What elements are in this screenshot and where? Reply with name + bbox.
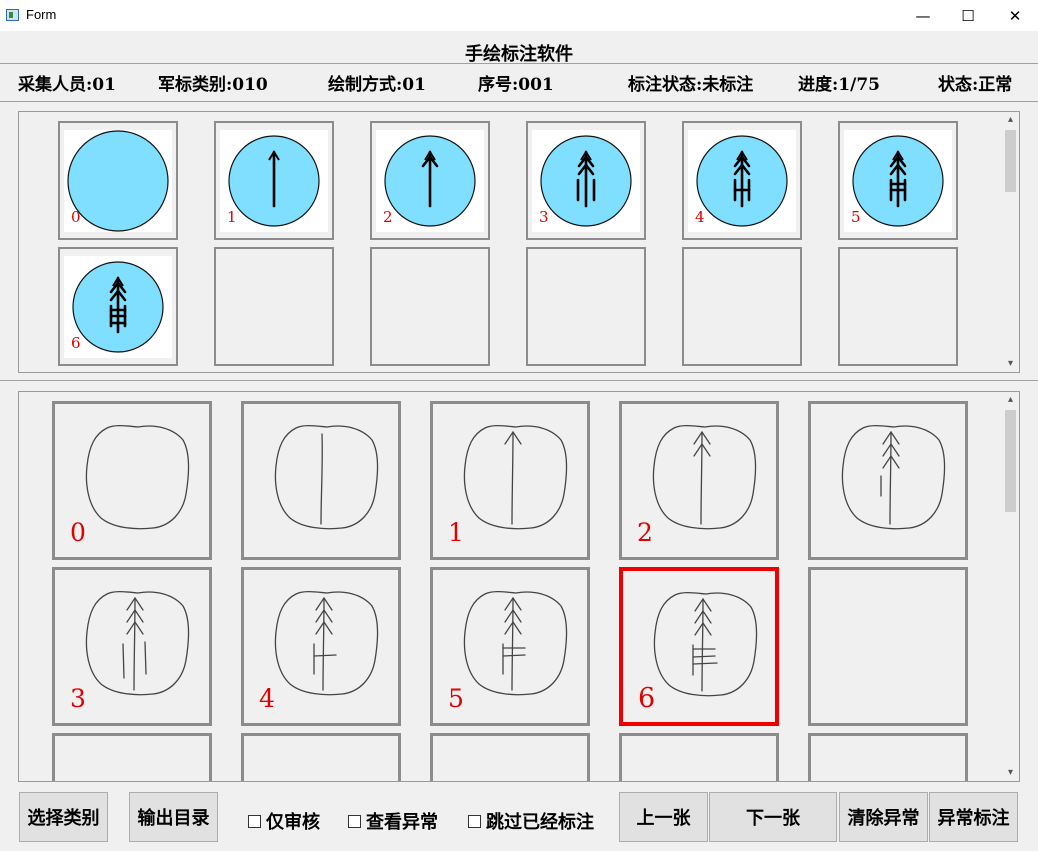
template-number: 1 [227,208,237,226]
select-category-button[interactable]: 选择类别 [19,792,108,842]
serial-label: 序号:001 [478,75,554,95]
empty-drawing-cell[interactable] [52,733,212,781]
hand-drawn-symbol-icon [274,424,379,530]
drawing-number: 3 [70,684,86,713]
checkbox-box[interactable] [348,814,361,828]
skip-labeled-checkbox[interactable]: 跳过已经标注 [468,808,594,834]
template-number: 6 [71,334,81,352]
checkbox-label: 仅审核 [266,812,320,833]
drawing-cell[interactable]: 1 [430,401,590,560]
empty-drawing-cell[interactable] [430,733,590,781]
drawing-cell[interactable] [808,401,968,560]
minimize-button[interactable]: — [900,0,946,31]
checkbox-label: 查看异常 [366,812,438,833]
template-number: 5 [851,208,861,226]
drawing-cell[interactable]: 3 [52,567,212,726]
drawing-number: 0 [70,518,86,547]
template-cell[interactable]: 0 [58,121,178,240]
app-icon [6,9,19,21]
empty-template-cell[interactable] [838,247,958,366]
window-title-bar: Form — ☐ ✕ [0,0,1038,31]
template-number: 4 [695,208,705,226]
drawing-cell[interactable] [241,401,401,560]
empty-template-cell[interactable] [214,247,334,366]
drawing-number: 5 [448,684,464,713]
divider [0,101,1038,102]
divider [0,63,1038,64]
prev-button[interactable]: 上一张 [619,792,708,842]
drawing-cell[interactable]: 5 [430,567,590,726]
collector-label: 采集人员:01 [18,75,116,95]
drawing-panel: ▴ ▾ 0 1 2 3 4 5 6 [18,391,1020,782]
template-number: 2 [383,208,393,226]
empty-drawing-cell[interactable] [808,567,968,726]
template-scrollbar[interactable]: ▴ ▾ [1002,112,1019,372]
template-cell[interactable]: 2 [370,121,490,240]
category-label: 军标类别:010 [158,75,268,95]
template-cell[interactable]: 5 [838,121,958,240]
template-cell[interactable]: 1 [214,121,334,240]
info-row: 采集人员:01 军标类别:010 绘制方式:01 序号:001 标注状态:未标注… [0,70,1038,95]
template-panel: ▴ ▾ 0 1 2 3 4 5 6 [18,111,1020,373]
progress-label: 进度:1/75 [798,75,880,95]
empty-template-cell[interactable] [526,247,646,366]
drawing-number: 2 [637,518,653,547]
template-cell[interactable]: 6 [58,247,178,366]
draw-mode-label: 绘制方式:01 [328,75,426,95]
drawing-number: 4 [259,684,275,713]
drawing-cell[interactable]: 4 [241,567,401,726]
state-label: 状态:正常 [938,75,1013,95]
drawing-scrollbar[interactable]: ▴ ▾ [1002,392,1019,781]
scroll-thumb[interactable] [1005,410,1016,512]
empty-drawing-cell[interactable] [241,733,401,781]
next-button[interactable]: 下一张 [709,792,837,842]
template-number: 0 [71,208,81,226]
divider [0,380,1038,381]
drawing-cell[interactable]: 2 [619,401,779,560]
scroll-thumb[interactable] [1005,130,1016,192]
drawing-cell-selected[interactable]: 6 [619,567,779,726]
empty-template-cell[interactable] [370,247,490,366]
label-status: 标注状态:未标注 [628,75,754,95]
template-number: 3 [539,208,549,226]
empty-drawing-cell[interactable] [808,733,968,781]
drawing-cell[interactable]: 0 [52,401,212,560]
clear-abnormal-button[interactable]: 清除异常 [839,792,928,842]
drawing-number: 1 [448,518,464,547]
checkbox-label: 跳过已经标注 [486,812,594,833]
maximize-button[interactable]: ☐ [945,0,991,31]
empty-template-cell[interactable] [682,247,802,366]
empty-drawing-cell[interactable] [619,733,779,781]
mark-abnormal-button[interactable]: 异常标注 [929,792,1018,842]
checkbox-box[interactable] [468,814,481,828]
drawing-number: 6 [638,683,656,714]
template-cell[interactable]: 4 [682,121,802,240]
close-button[interactable]: ✕ [992,0,1038,31]
scroll-down-icon[interactable]: ▾ [1002,356,1019,372]
scroll-up-icon[interactable]: ▴ [1002,392,1019,408]
output-dir-button[interactable]: 输出目录 [129,792,218,842]
hand-drawn-symbol-icon [841,424,946,530]
review-only-checkbox[interactable]: 仅审核 [248,808,320,834]
scroll-down-icon[interactable]: ▾ [1002,765,1019,781]
template-cell[interactable]: 3 [526,121,646,240]
view-abnormal-checkbox[interactable]: 查看异常 [348,808,438,834]
scroll-up-icon[interactable]: ▴ [1002,112,1019,128]
checkbox-box[interactable] [248,814,261,828]
window-title: Form [26,7,57,22]
